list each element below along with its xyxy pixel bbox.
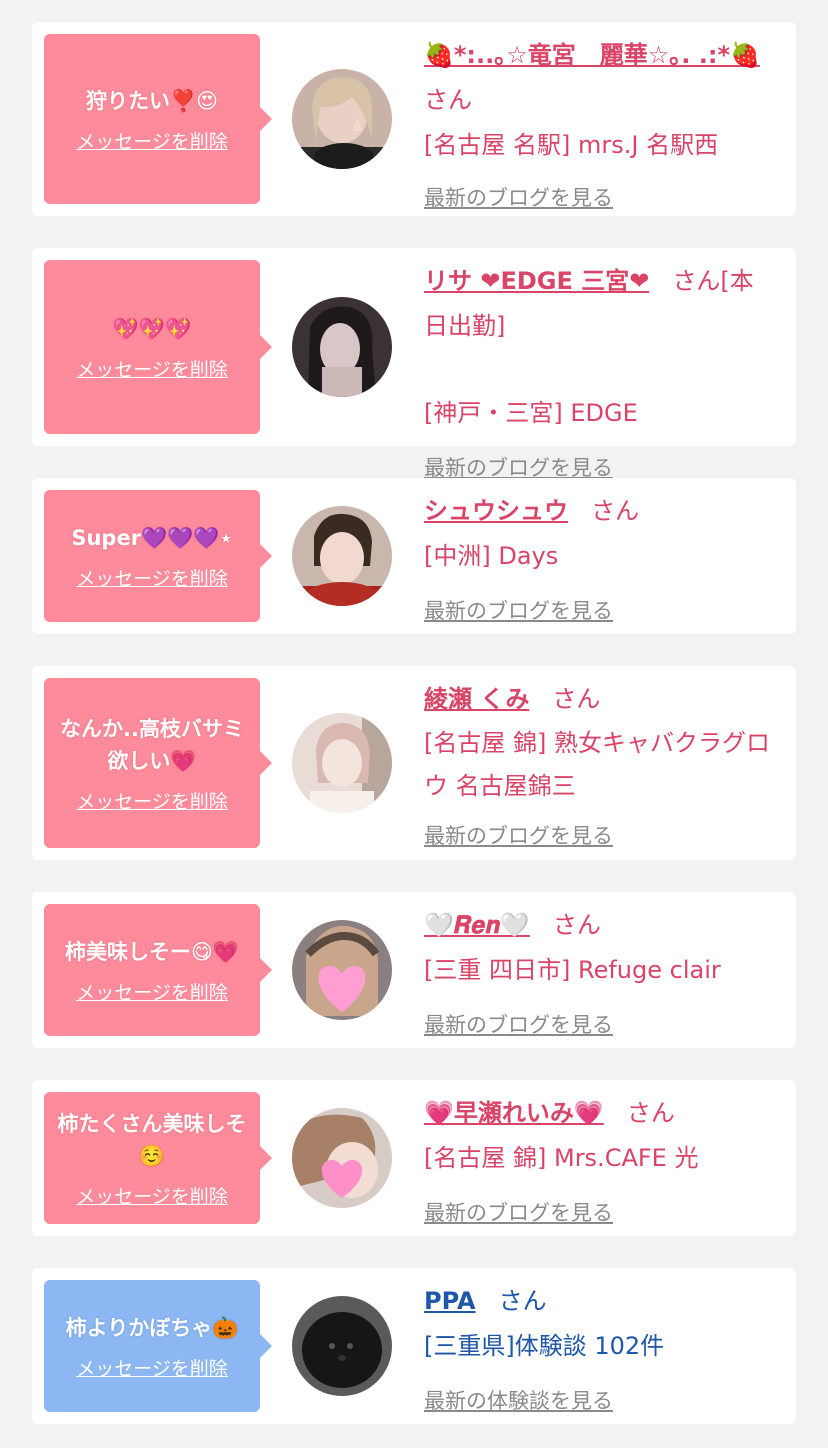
message-bubble: Super💜💜💜⋆ メッセージを削除	[44, 490, 272, 622]
girl-name-link[interactable]: 🤍𝑹𝒆𝒏🤍	[424, 911, 530, 939]
message-list: 狩りたい❣️😍 メッセージを削除 🍓*:..｡☆竜宮 麗華☆｡. .:*🍓 さん…	[0, 0, 828, 1448]
avatar[interactable]	[292, 69, 392, 169]
girl-name-link[interactable]: 🍓*:..｡☆竜宮 麗華☆｡. .:*🍓	[424, 41, 760, 69]
shop-location: [神戸・三宮] EDGE	[424, 399, 638, 427]
reviewer-name-link[interactable]: PPA	[424, 1287, 476, 1315]
delete-message-link[interactable]: メッセージを削除	[76, 1182, 228, 1209]
honorific: さん	[498, 1287, 547, 1315]
latest-blog-link[interactable]: 最新のブログを見る	[424, 456, 613, 480]
latest-blog-link[interactable]: 最新のブログを見る	[424, 186, 613, 210]
honorific: さん	[591, 497, 640, 525]
list-item: 柿よりかぼちゃ🎃 メッセージを削除 PPA さん [三重県]体験談 102件 最…	[32, 1268, 796, 1424]
latest-blog-link[interactable]: 最新のブログを見る	[424, 1201, 613, 1225]
shop-location: [名古屋 錦] Mrs.CAFE 光	[424, 1144, 699, 1172]
shop-location: [三重 四日市] Refuge clair	[424, 956, 721, 984]
latest-blog-link[interactable]: 最新のブログを見る	[424, 824, 613, 848]
message-bubble: 柿美味しそー😋💗 メッセージを削除	[44, 904, 272, 1036]
avatar[interactable]	[292, 1296, 392, 1396]
message-bubble: 狩りたい❣️😍 メッセージを削除	[44, 34, 272, 204]
delete-message-link[interactable]: メッセージを削除	[76, 127, 228, 154]
girl-name-link[interactable]: シュウシュウ	[424, 497, 568, 525]
avatar[interactable]	[292, 506, 392, 606]
message-text: なんか..高枝バサミ欲しい💗	[60, 716, 244, 773]
honorific: さん	[626, 1099, 675, 1127]
shop-location: [名古屋 錦] 熟女キャバクラグロウ 名古屋錦三	[424, 729, 770, 800]
delete-message-link[interactable]: メッセージを削除	[76, 355, 228, 382]
message-text: 柿美味しそー😋💗	[64, 939, 240, 964]
list-item: 💖💖💖 メッセージを削除 リサ ❤EDGE 三宮❤ さん[本日出勤] [神戸・三…	[32, 248, 796, 480]
list-item: 柿美味しそー😋💗 メッセージを削除 🤍𝑹𝒆𝒏🤍 さん [三重 四日市] Refu…	[32, 892, 796, 1048]
shop-location: [名古屋 名駅] mrs.J 名駅西	[424, 131, 719, 159]
delete-message-link[interactable]: メッセージを削除	[76, 1354, 228, 1381]
delete-message-link[interactable]: メッセージを削除	[76, 787, 228, 814]
girl-name-link[interactable]: 綾瀬 くみ	[424, 685, 529, 713]
list-item: 柿たくさん美味しそ☺️ メッセージを削除 💗早瀬れいみ💗 さん [名古屋 錦] …	[32, 1080, 796, 1236]
shop-location: [中洲] Days	[424, 542, 559, 570]
message-text: 狩りたい❣️😍	[85, 88, 219, 113]
message-text: 💖💖💖	[112, 316, 192, 341]
girl-name-link[interactable]: リサ ❤EDGE 三宮❤	[424, 267, 649, 295]
honorific: さん	[552, 685, 601, 713]
honorific: さん	[552, 911, 601, 939]
message-bubble: 柿よりかぼちゃ🎃 メッセージを削除	[44, 1280, 272, 1412]
avatar[interactable]	[292, 920, 392, 1020]
message-text: 柿たくさん美味しそ☺️	[57, 1111, 247, 1168]
avatar[interactable]	[292, 713, 392, 813]
latest-review-link[interactable]: 最新の体験談を見る	[424, 1389, 613, 1413]
list-item: 狩りたい❣️😍 メッセージを削除 🍓*:..｡☆竜宮 麗華☆｡. .:*🍓 さん…	[32, 22, 796, 216]
message-text: Super💜💜💜⋆	[71, 525, 233, 550]
list-item: Super💜💜💜⋆ メッセージを削除 シュウシュウ さん [中洲] Days 最…	[32, 478, 796, 634]
latest-blog-link[interactable]: 最新のブログを見る	[424, 1013, 613, 1037]
delete-message-link[interactable]: メッセージを削除	[76, 978, 228, 1005]
latest-blog-link[interactable]: 最新のブログを見る	[424, 599, 613, 623]
message-bubble: 柿たくさん美味しそ☺️ メッセージを削除	[44, 1092, 272, 1224]
message-bubble: 💖💖💖 メッセージを削除	[44, 260, 272, 434]
avatar[interactable]	[292, 297, 392, 397]
list-item: なんか..高枝バサミ欲しい💗 メッセージを削除 綾瀬 くみ さん [名古屋 錦]…	[32, 666, 796, 860]
message-bubble: なんか..高枝バサミ欲しい💗 メッセージを削除	[44, 678, 272, 848]
honorific: さん	[424, 86, 472, 114]
girl-name-link[interactable]: 💗早瀬れいみ💗	[424, 1099, 604, 1127]
message-text: 柿よりかぼちゃ🎃	[65, 1315, 239, 1340]
review-count: [三重県]体験談 102件	[424, 1332, 665, 1360]
avatar[interactable]	[292, 1108, 392, 1208]
delete-message-link[interactable]: メッセージを削除	[76, 564, 228, 591]
